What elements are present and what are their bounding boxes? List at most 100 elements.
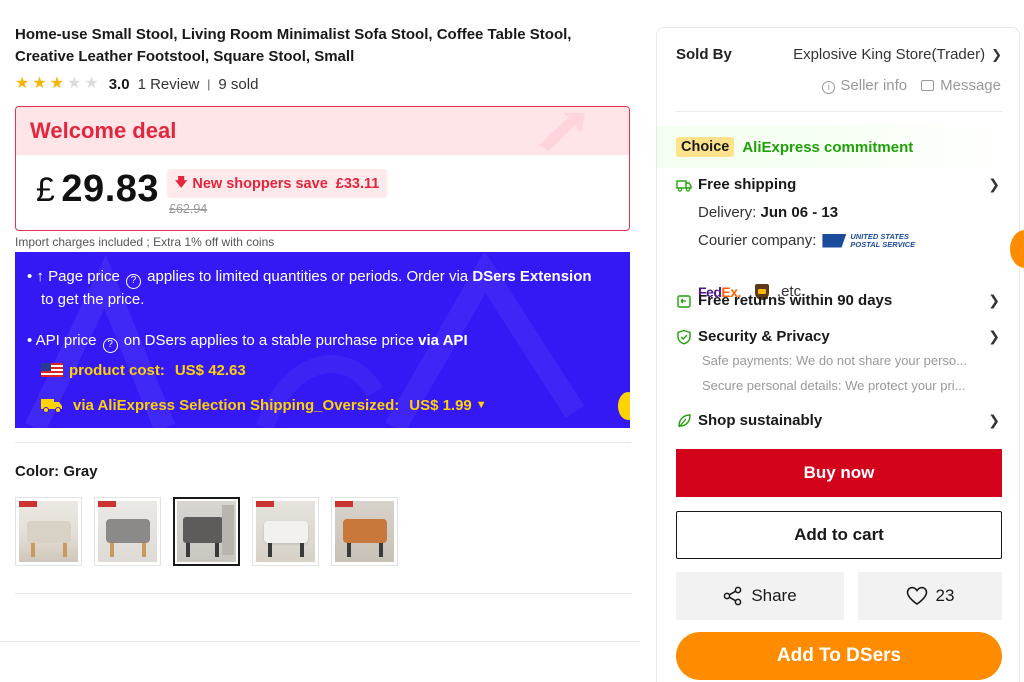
free-returns-title: Free returns within 90 days bbox=[698, 292, 893, 309]
caret-down-icon[interactable]: ▼ bbox=[476, 399, 487, 411]
reviews-link[interactable]: 1 Review bbox=[138, 76, 200, 93]
wishlist-button[interactable]: 23 bbox=[858, 572, 1002, 620]
us-flag-icon bbox=[41, 363, 63, 377]
swatch-white[interactable] bbox=[252, 497, 319, 566]
swatch-gray[interactable] bbox=[173, 497, 240, 566]
swatch-orange[interactable] bbox=[331, 497, 398, 566]
free-returns-row[interactable]: Free returns within 90 days ❯ bbox=[676, 292, 1002, 309]
leaf-icon bbox=[678, 413, 691, 427]
delivery-dates: Jun 06 - 13 bbox=[760, 204, 839, 221]
add-to-cart-button[interactable]: Add to cart bbox=[676, 511, 1002, 559]
color-label: Color: Gray bbox=[15, 463, 98, 480]
seller-info-label: Seller info bbox=[840, 77, 908, 94]
product-title: Home-use Small Stool, Living Room Minima… bbox=[15, 26, 572, 65]
chevron-right-icon: ❯ bbox=[988, 328, 1000, 344]
share-label: Share bbox=[751, 586, 797, 605]
seller-info-link[interactable]: i Seller info bbox=[822, 77, 907, 94]
choice-badge: Choice bbox=[676, 137, 735, 157]
chevron-right-icon: ❯ bbox=[991, 47, 1002, 62]
product-cost-row: product cost: US$ 42.63 bbox=[27, 359, 616, 381]
divider bbox=[676, 111, 1002, 112]
likes-count: 23 bbox=[935, 586, 955, 605]
courier-line: Courier company: UNITED STATES POSTAL SER… bbox=[698, 232, 915, 249]
current-price: £29.83 bbox=[36, 167, 159, 212]
welcome-deal-box: Welcome deal £29.83 🡇 New shoppers save … bbox=[15, 106, 630, 231]
star-rating: ★ ★ ★ ★ ★ bbox=[15, 76, 99, 92]
product-cost-label: product cost: bbox=[69, 361, 165, 379]
product-info: Home-use Small Stool, Living Room Minima… bbox=[15, 24, 631, 428]
swatch-gray-light[interactable] bbox=[94, 497, 161, 566]
product-cost-value: US$ 42.63 bbox=[174, 361, 246, 379]
separator: | bbox=[207, 77, 211, 91]
security-title: Security & Privacy bbox=[698, 328, 830, 345]
price-currency: £ bbox=[36, 171, 56, 209]
chevron-right-icon: ❯ bbox=[988, 292, 1000, 308]
deal-body: £29.83 🡇 New shoppers save £33.11 £62.94 bbox=[16, 155, 629, 230]
api-price-label: • API price bbox=[27, 332, 97, 349]
message-link[interactable]: Message bbox=[921, 77, 1001, 94]
deal-title: Welcome deal bbox=[30, 118, 177, 143]
dsers-price-panel: • ↑ Page price ? applies to limited quan… bbox=[15, 252, 630, 428]
delivery-label: Delivery: bbox=[698, 204, 757, 221]
divider bbox=[0, 641, 640, 642]
down-arrow-icon: 🡇 bbox=[175, 175, 188, 189]
free-shipping-row[interactable]: Free shipping ❯ bbox=[676, 176, 1002, 193]
commitment-text: AliExpress commitment bbox=[742, 138, 914, 156]
info-icon: i bbox=[822, 81, 836, 94]
question-icon[interactable]: ? bbox=[102, 338, 118, 353]
shipping-cost-row[interactable]: via AliExpress Selection Shipping_Oversi… bbox=[27, 394, 616, 416]
star-icon: ★ bbox=[15, 75, 30, 92]
shipping-label: via AliExpress Selection Shipping_Oversi… bbox=[73, 396, 400, 414]
star-icon: ★ bbox=[67, 75, 82, 92]
usps-logo-text: UNITED STATES POSTAL SERVICE bbox=[850, 231, 916, 249]
page-price-label: • ↑ Page price bbox=[27, 268, 120, 285]
usps-logo-icon: UNITED STATES POSTAL SERVICE bbox=[822, 231, 916, 249]
question-icon[interactable]: ? bbox=[125, 274, 141, 289]
via-api-text: via API bbox=[418, 332, 468, 349]
truck-icon bbox=[41, 399, 62, 413]
price-value: 29.83 bbox=[61, 168, 160, 210]
star-icon: ★ bbox=[32, 75, 47, 92]
shipping-value: US$ 1.99 bbox=[409, 396, 472, 414]
free-shipping-title: Free shipping bbox=[698, 176, 797, 193]
color-swatches bbox=[15, 497, 398, 566]
message-icon bbox=[921, 80, 935, 91]
message-label: Message bbox=[940, 77, 1001, 94]
sustainability-row[interactable]: Shop sustainably ❯ bbox=[676, 412, 1002, 429]
sold-by-label: Sold By bbox=[676, 46, 732, 63]
add-to-dsers-button[interactable]: Add To DSers bbox=[676, 632, 1002, 680]
rating-value: 3.0 bbox=[108, 75, 130, 93]
swatch-beige[interactable] bbox=[15, 497, 82, 566]
share-icon bbox=[723, 586, 742, 606]
return-box-icon bbox=[677, 294, 691, 308]
page-price-note: • ↑ Page price ? applies to limited quan… bbox=[27, 266, 616, 289]
store-link[interactable]: Explosive King Store(Trader) ❯ bbox=[793, 46, 1002, 63]
color-label-text: Color: bbox=[15, 463, 60, 480]
chevron-right-icon: ❯ bbox=[988, 412, 1000, 428]
import-note: Import charges included ; Extra 1% off w… bbox=[15, 235, 275, 249]
savings-block: 🡇 New shoppers save £33.11 £62.94 bbox=[167, 169, 388, 216]
deal-decoration-icon bbox=[539, 113, 585, 151]
share-button[interactable]: Share bbox=[676, 572, 844, 620]
security-row[interactable]: Security & Privacy ❯ bbox=[676, 328, 1002, 345]
truck-icon bbox=[676, 179, 692, 192]
safe-payments-text: Safe payments: We do not share your pers… bbox=[702, 353, 967, 368]
page-price-text: applies to limited quantities or periods… bbox=[147, 268, 469, 285]
buy-now-button[interactable]: Buy now bbox=[676, 449, 1002, 497]
original-price: £62.94 bbox=[169, 202, 208, 216]
color-selected-value: Gray bbox=[63, 463, 98, 480]
delivery-line: Delivery: Jun 06 - 13 bbox=[698, 204, 838, 221]
dsers-extension-link[interactable]: DSers Extension bbox=[472, 268, 591, 285]
courier-label: Courier company: bbox=[698, 232, 817, 249]
star-icon: ★ bbox=[49, 75, 65, 92]
savings-amount: £33.11 bbox=[335, 175, 380, 192]
choice-row: Choice AliExpress commitment bbox=[676, 137, 913, 157]
api-price-text: on DSers applies to a stable purchase pr… bbox=[123, 332, 414, 349]
chevron-right-icon: ❯ bbox=[988, 176, 1000, 192]
divider bbox=[15, 593, 631, 594]
shield-icon bbox=[677, 329, 691, 345]
sold-by-row: Sold By Explosive King Store(Trader) ❯ bbox=[676, 46, 1002, 63]
divider bbox=[15, 442, 631, 443]
purchase-panel: Sold By Explosive King Store(Trader) ❯ iS… bbox=[656, 27, 1020, 682]
usps-eagle-icon bbox=[822, 233, 847, 248]
